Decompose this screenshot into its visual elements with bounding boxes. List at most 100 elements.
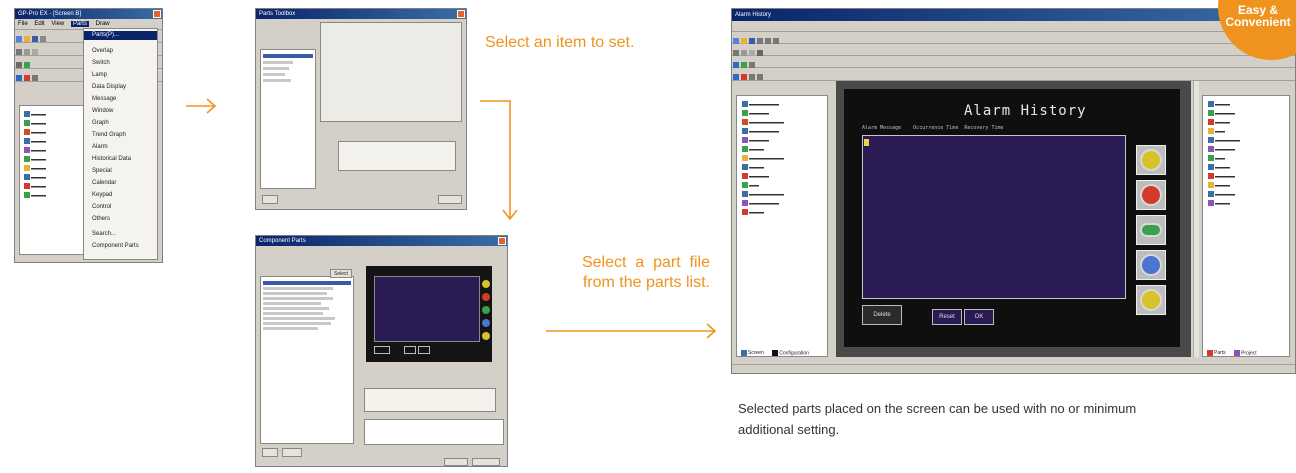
- paste-icon[interactable]: [773, 37, 779, 44]
- tree-item[interactable]: ▬▬▬▬▬▬▬: [741, 190, 823, 197]
- print-icon[interactable]: [40, 35, 46, 42]
- menu-view[interactable]: View: [51, 21, 64, 27]
- menu-item-parts[interactable]: Parts(P)...: [84, 31, 157, 40]
- save-icon[interactable]: [749, 37, 755, 44]
- parts-item[interactable]: ▬▬▬▬: [1207, 190, 1285, 197]
- tree-item[interactable]: ▬▬▬: [23, 191, 85, 198]
- parts-item[interactable]: ▬▬: [1207, 127, 1285, 134]
- tree-item[interactable]: ▬▬▬▬: [741, 172, 823, 179]
- new-icon[interactable]: [733, 37, 739, 44]
- menu-item[interactable]: Alarm: [84, 143, 157, 152]
- lamp-green[interactable]: [1136, 215, 1166, 245]
- screen-icon[interactable]: [16, 74, 22, 81]
- grid-icon[interactable]: [749, 73, 755, 80]
- tab-project[interactable]: Project: [1241, 350, 1257, 356]
- tree-item[interactable]: ▬▬▬▬: [741, 136, 823, 143]
- open-icon[interactable]: [24, 35, 30, 42]
- menu-item[interactable]: Graph: [84, 119, 157, 128]
- parts-item[interactable]: ▬▬▬▬: [1207, 109, 1285, 116]
- copy-icon[interactable]: [765, 37, 771, 44]
- close-icon[interactable]: [457, 10, 465, 18]
- ok-button[interactable]: [262, 195, 278, 204]
- tree-item[interactable]: ▬▬▬: [741, 208, 823, 215]
- reset-button[interactable]: Reset: [932, 309, 962, 325]
- new-icon[interactable]: [16, 35, 22, 42]
- editor-canvas[interactable]: Alarm History Alarm Message Occurrence T…: [836, 81, 1191, 357]
- tab-configuration[interactable]: Configuration: [779, 350, 809, 356]
- text-icon[interactable]: [757, 49, 763, 56]
- menu-edit[interactable]: Edit: [34, 21, 44, 27]
- menu-file[interactable]: File: [18, 21, 28, 27]
- cancel-button[interactable]: [282, 448, 302, 457]
- tree-item[interactable]: ▬▬▬: [741, 145, 823, 152]
- rect-icon[interactable]: [741, 49, 747, 56]
- lamp-yellow-1[interactable]: [1136, 145, 1166, 175]
- parts-item[interactable]: ▬▬▬▬▬: [1207, 136, 1285, 143]
- parts-item[interactable]: ▬▬▬▬: [1207, 172, 1285, 179]
- group-icon[interactable]: [741, 61, 747, 68]
- dialog-ok-button[interactable]: [444, 458, 468, 466]
- lamp-blue[interactable]: [1136, 250, 1166, 280]
- alarm-list-area[interactable]: [862, 135, 1126, 299]
- tree-item[interactable]: ▬▬▬▬▬▬▬: [741, 118, 823, 125]
- vertical-scrollbar[interactable]: [1193, 81, 1199, 357]
- menu-item[interactable]: Lamp: [84, 71, 157, 80]
- parts-item[interactable]: ▬▬▬: [1207, 199, 1285, 206]
- ok-button[interactable]: [262, 448, 278, 457]
- screen-icon[interactable]: [733, 61, 739, 68]
- grid-icon[interactable]: [32, 74, 38, 81]
- parts-item[interactable]: ▬▬▬▬: [1207, 145, 1285, 152]
- lamp-yellow-2[interactable]: [1136, 285, 1166, 315]
- tree-item[interactable]: ▬▬▬▬▬▬: [741, 100, 823, 107]
- delete-button[interactable]: Delete: [862, 305, 902, 325]
- menu-item[interactable]: Control: [84, 203, 157, 212]
- dialog-cancel-button[interactable]: [472, 458, 500, 466]
- menu-item[interactable]: Search...: [84, 230, 157, 239]
- circle-icon[interactable]: [32, 48, 38, 55]
- menu-item[interactable]: Switch: [84, 59, 157, 68]
- alarm-icon[interactable]: [24, 74, 30, 81]
- menu-item[interactable]: Overlap: [84, 47, 157, 56]
- select-button[interactable]: Select: [330, 269, 352, 278]
- menu-item[interactable]: Special: [84, 167, 157, 176]
- category-list[interactable]: [260, 49, 316, 189]
- close-icon[interactable]: [153, 10, 161, 18]
- save-icon[interactable]: [32, 35, 38, 42]
- circle-icon[interactable]: [749, 49, 755, 56]
- tree-item[interactable]: ▬▬▬: [23, 146, 85, 153]
- tree-item[interactable]: ▬▬▬: [23, 119, 85, 126]
- tree-item[interactable]: ▬▬▬▬▬▬▬: [741, 154, 823, 161]
- tab-screen[interactable]: Screen: [748, 350, 764, 356]
- menu-draw[interactable]: Draw: [96, 21, 110, 27]
- tree-item[interactable]: ▬▬▬▬▬▬: [741, 199, 823, 206]
- align-icon[interactable]: [749, 61, 755, 68]
- tree-item[interactable]: ▬▬▬: [23, 173, 85, 180]
- menu-item[interactable]: Others: [84, 215, 157, 224]
- parts-file-list[interactable]: [260, 276, 354, 444]
- menu-item[interactable]: Message: [84, 95, 157, 104]
- parts-item[interactable]: ▬▬▬: [1207, 163, 1285, 170]
- menu-item[interactable]: Keypad: [84, 191, 157, 200]
- tree-item[interactable]: ▬▬▬: [741, 163, 823, 170]
- cut-icon[interactable]: [757, 37, 763, 44]
- lamp-red[interactable]: [1136, 180, 1166, 210]
- menu-item[interactable]: Data Display: [84, 83, 157, 92]
- tree-item[interactable]: ▬▬: [741, 181, 823, 188]
- tree-item[interactable]: ▬▬▬: [23, 128, 85, 135]
- tree-item[interactable]: ▬▬▬: [23, 182, 85, 189]
- parts-item[interactable]: ▬▬▬: [1207, 100, 1285, 107]
- tree-item[interactable]: ▬▬▬: [23, 164, 85, 171]
- ok-button[interactable]: OK: [964, 309, 994, 325]
- line-icon[interactable]: [733, 49, 739, 56]
- tree-item[interactable]: ▬▬▬: [23, 155, 85, 162]
- tree-item[interactable]: ▬▬▬: [23, 137, 85, 144]
- menu-item[interactable]: Trend Graph: [84, 131, 157, 140]
- menu-item[interactable]: Calendar: [84, 179, 157, 188]
- parts-item[interactable]: ▬▬▬: [1207, 181, 1285, 188]
- tab-parts[interactable]: Parts: [1214, 350, 1226, 356]
- align-icon[interactable]: [16, 61, 22, 68]
- zoom-icon[interactable]: [757, 73, 763, 80]
- menu-item[interactable]: Historical Data: [84, 155, 157, 164]
- tree-item[interactable]: ▬▬▬▬: [741, 109, 823, 116]
- cancel-button[interactable]: [438, 195, 462, 204]
